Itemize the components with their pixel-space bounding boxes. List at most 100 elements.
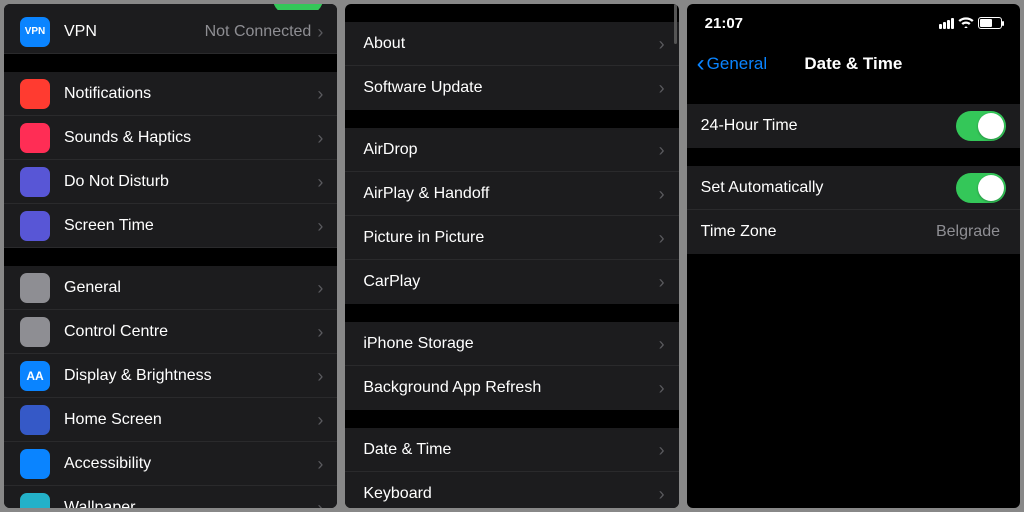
chevron-right-icon: › [317,499,323,509]
row-label: AirPlay & Handoff [363,185,658,203]
accessibility-icon [20,449,50,479]
row-notifications[interactable]: Notifications › [4,72,337,116]
row-airplay-handoff[interactable]: AirPlay & Handoff › [345,172,678,216]
group-about: About › Software Update › [345,22,678,110]
row-label: AirDrop [363,141,658,159]
group-auto: Set Automatically Time Zone Belgrade [687,166,1020,254]
switch-set-automatically[interactable] [956,173,1006,203]
row-background-app-refresh[interactable]: Background App Refresh › [345,366,678,410]
chevron-right-icon: › [317,217,323,235]
chevron-right-icon: › [659,35,665,53]
row-time-zone[interactable]: Time Zone Belgrade [687,210,1020,254]
chevron-right-icon: › [659,379,665,397]
row-home-screen[interactable]: Home Screen › [4,398,337,442]
back-label: General [707,54,767,74]
switch-24-hour[interactable] [956,111,1006,141]
chevron-right-icon: › [317,279,323,297]
row-label: Do Not Disturb [64,173,317,191]
row-label: Accessibility [64,455,317,473]
back-button[interactable]: ‹ General [687,52,767,76]
row-label: VPN [64,23,205,41]
status-bar: 21:07 [687,4,1020,42]
row-label: Background App Refresh [363,379,658,397]
row-label: Wallpaper [64,499,317,509]
gear-icon [20,273,50,303]
group-notifications: Notifications › Sounds & Haptics › Do No… [4,72,337,248]
chevron-right-icon: › [317,129,323,147]
chevron-right-icon: › [659,273,665,291]
general-pane: About › Software Update › AirDrop › AirP… [345,4,678,508]
chevron-right-icon: › [317,23,323,41]
row-label: Date & Time [363,441,658,459]
row-picture-in-picture[interactable]: Picture in Picture › [345,216,678,260]
wifi-icon [958,15,974,31]
chevron-right-icon: › [659,485,665,503]
row-label: About [363,35,658,53]
chevron-right-icon: › [317,85,323,103]
row-accessibility[interactable]: Accessibility › [4,442,337,486]
row-label: Control Centre [64,323,317,341]
row-24-hour-time[interactable]: 24-Hour Time [687,104,1020,148]
row-screen-time[interactable]: Screen Time › [4,204,337,248]
date-time-pane: 21:07 ‹ General Date & Time 24-Hour Time… [687,4,1020,508]
chevron-right-icon: › [317,367,323,385]
row-label: Screen Time [64,217,317,235]
group-general: General › Control Centre › AA Display & … [4,266,337,508]
row-label: Set Automatically [701,179,956,197]
chevron-right-icon: › [659,141,665,159]
row-airdrop[interactable]: AirDrop › [345,128,678,172]
toggles-icon [20,317,50,347]
row-sounds-haptics[interactable]: Sounds & Haptics › [4,116,337,160]
row-label: General [64,279,317,297]
group-airdrop: AirDrop › AirPlay & Handoff › Picture in… [345,128,678,304]
row-label: Time Zone [701,223,936,241]
row-label: Picture in Picture [363,229,658,247]
status-time: 21:07 [705,15,743,32]
row-about[interactable]: About › [345,22,678,66]
chevron-right-icon: › [659,79,665,97]
chevron-right-icon: › [659,441,665,459]
hourglass-icon [20,211,50,241]
row-label: Software Update [363,79,658,97]
moon-icon [20,167,50,197]
row-keyboard[interactable]: Keyboard › [345,472,678,508]
row-set-automatically[interactable]: Set Automatically [687,166,1020,210]
battery-icon [978,17,1002,29]
row-date-time[interactable]: Date & Time › [345,428,678,472]
cellular-signal-icon [939,18,954,29]
grid-icon [20,405,50,435]
row-label: Notifications [64,85,317,103]
row-display-brightness[interactable]: AA Display & Brightness › [4,354,337,398]
row-label: Keyboard [363,485,658,503]
row-carplay[interactable]: CarPlay › [345,260,678,304]
row-value: Belgrade [936,223,1000,241]
row-label: Home Screen [64,411,317,429]
row-software-update[interactable]: Software Update › [345,66,678,110]
chevron-right-icon: › [317,173,323,191]
chevron-right-icon: › [317,411,323,429]
group-24h: 24-Hour Time [687,104,1020,148]
chevron-right-icon: › [317,323,323,341]
row-value: Not Connected [205,23,312,41]
row-control-centre[interactable]: Control Centre › [4,310,337,354]
row-label: CarPlay [363,273,658,291]
row-iphone-storage[interactable]: iPhone Storage › [345,322,678,366]
flower-icon [20,493,50,509]
row-do-not-disturb[interactable]: Do Not Disturb › [4,160,337,204]
chevron-right-icon: › [659,185,665,203]
nav-bar: ‹ General Date & Time [687,42,1020,86]
row-label: Sounds & Haptics [64,129,317,147]
aa-icon: AA [20,361,50,391]
row-label: iPhone Storage [363,335,658,353]
row-wallpaper[interactable]: Wallpaper › [4,486,337,508]
vpn-icon: VPN [20,17,50,47]
chevron-right-icon: › [659,335,665,353]
chevron-right-icon: › [317,455,323,473]
sounds-icon [20,123,50,153]
group-date-time: Date & Time › Keyboard › Fonts › [345,428,678,508]
chevron-left-icon: ‹ [697,52,705,76]
row-label: Display & Brightness [64,367,317,385]
notifications-icon [20,79,50,109]
row-vpn[interactable]: VPN VPN Not Connected › [4,10,337,54]
row-general[interactable]: General › [4,266,337,310]
